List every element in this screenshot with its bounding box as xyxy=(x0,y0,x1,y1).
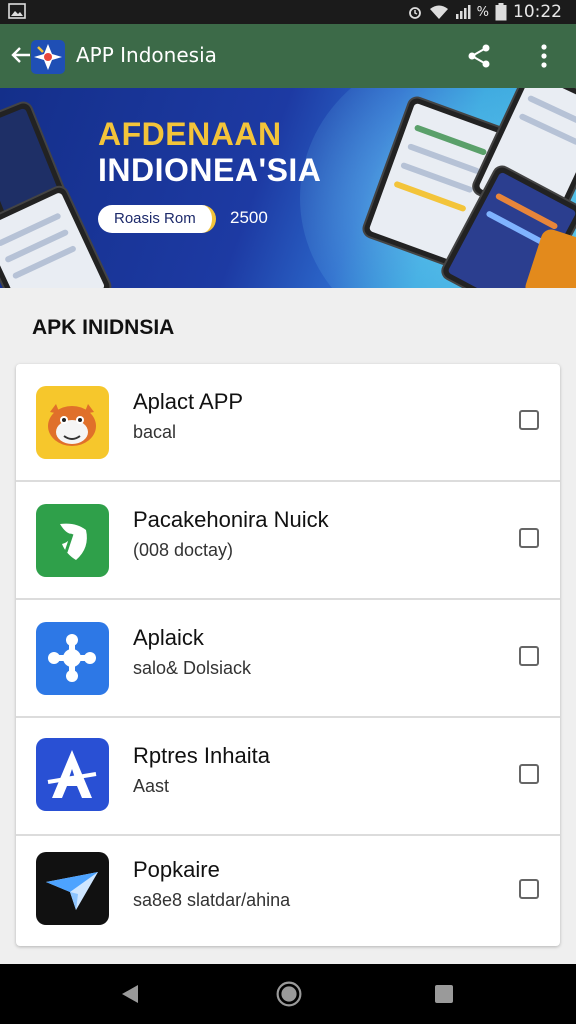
app-name: Popkaire xyxy=(133,857,220,882)
app-bar: APP Indonesia xyxy=(0,24,576,88)
app-name: Aplact APP xyxy=(133,389,244,414)
alarm-icon xyxy=(408,7,421,19)
list-item[interactable]: Rptres Inhaita Aast xyxy=(16,718,560,836)
battery-icon xyxy=(495,3,507,21)
paper-plane-icon xyxy=(36,852,109,925)
mascot-icon xyxy=(36,386,109,459)
nav-home-icon[interactable] xyxy=(276,981,302,1007)
app-checkbox[interactable] xyxy=(519,410,539,430)
wifi-icon xyxy=(429,5,448,19)
app-title: APP Indonesia xyxy=(76,43,217,67)
app-subtitle: (008 doctay) xyxy=(133,540,234,560)
status-bar: % 10:22 xyxy=(0,0,576,24)
back-arrow-icon[interactable] xyxy=(10,44,32,66)
banner-number: 2500 xyxy=(230,208,268,227)
leaf-icon xyxy=(36,504,109,577)
image-icon xyxy=(8,3,26,19)
promo-banner[interactable]: AFDENAAN INDIONEA'SIA Roasis Rom 2500 xyxy=(0,88,576,288)
app-subtitle: Aast xyxy=(133,776,170,796)
list-item[interactable]: Aplaick salo& Dolsiack xyxy=(16,600,560,718)
section-title: APK INIDNSIA xyxy=(32,316,175,339)
app-name: Aplaick xyxy=(133,625,204,650)
battery-percent: % xyxy=(476,4,489,20)
list-item[interactable]: Popkaire sa8e8 slatdar/ahina xyxy=(16,834,560,946)
app-checkbox[interactable] xyxy=(519,879,539,899)
app-checkbox[interactable] xyxy=(519,764,539,784)
app-list: Aplact APP bacal Pacakehonira Nuick (008… xyxy=(16,364,560,946)
banner-headline: AFDENAAN INDIONEA'SIA xyxy=(98,116,321,189)
puzzle-icon xyxy=(36,622,109,695)
app-name: Pacakehonira Nuick xyxy=(133,507,329,532)
banner-pill-button[interactable]: Roasis Rom xyxy=(98,205,216,233)
banner-headline-line1: AFDENAAN xyxy=(98,116,282,152)
letter-a-icon xyxy=(36,738,109,811)
app-name: Rptres Inhaita xyxy=(133,743,270,768)
app-checkbox[interactable] xyxy=(519,528,539,548)
share-icon[interactable] xyxy=(466,43,492,69)
list-item[interactable]: Aplact APP bacal xyxy=(16,364,560,482)
list-item[interactable]: Pacakehonira Nuick (008 doctay) xyxy=(16,482,560,600)
clock: 10:22 xyxy=(513,2,562,22)
app-subtitle: sa8e8 slatdar/ahina xyxy=(133,890,291,910)
app-subtitle: bacal xyxy=(133,422,177,442)
banner-headline-line2: INDIONEA'SIA xyxy=(98,152,322,189)
more-vert-icon[interactable] xyxy=(532,42,556,70)
signal-icon xyxy=(455,5,471,19)
status-right: % 10:22 xyxy=(407,0,562,24)
nav-recents-icon[interactable] xyxy=(432,982,456,1006)
app-logo-icon xyxy=(31,40,65,74)
app-subtitle: salo& Dolsiack xyxy=(133,658,252,678)
nav-back-icon[interactable] xyxy=(118,982,142,1006)
app-checkbox[interactable] xyxy=(519,646,539,666)
system-nav-bar xyxy=(0,964,576,1024)
